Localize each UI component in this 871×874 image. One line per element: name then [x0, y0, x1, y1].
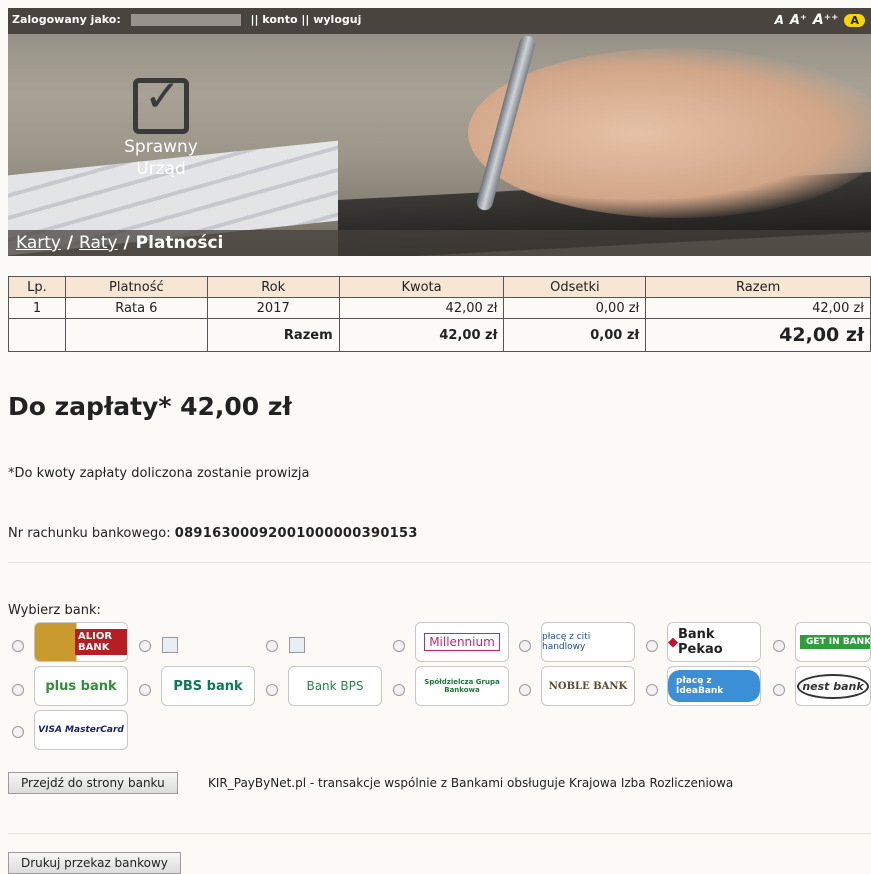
- print-transfer-button[interactable]: Drukuj przekaz bankowy: [8, 852, 181, 874]
- bank-account: Nr rachunku bankowego: 08916300092001000…: [8, 526, 418, 541]
- bank-name-noble: NOBLE BANK: [548, 680, 628, 692]
- go-to-bank-button[interactable]: Przejdź do strony banku: [8, 772, 178, 794]
- col-header-odsetki: Odsetki: [503, 276, 647, 298]
- bank-radio-pekao[interactable]: [646, 640, 658, 652]
- bank-radio-idea[interactable]: [646, 684, 658, 696]
- summary-odsetki: 0,00 zł: [503, 318, 647, 352]
- bank-radio-noble[interactable]: [519, 684, 531, 696]
- breadcrumb-raty[interactable]: Raty: [79, 233, 118, 253]
- bank-name-bps: Bank BPS: [306, 679, 364, 693]
- bank-logo-citi[interactable]: płacę z citi handlowy: [541, 622, 635, 662]
- account-links[interactable]: || konto || wyloguj: [250, 13, 361, 26]
- top-bar: Zalogowany jako: || konto || wyloguj A A…: [8, 8, 871, 34]
- kir-info-text: KIR_PayByNet.pl - transakcje wspólnie z …: [208, 776, 734, 790]
- cell-odsetki: 0,00 zł: [503, 297, 647, 319]
- col-header-kwota: Kwota: [338, 276, 505, 298]
- logo-text-line1: Sprawny: [124, 137, 198, 157]
- table-row: 1 Rata 6 2017 42,00 zł 0,00 zł 42,00 zł: [8, 297, 871, 319]
- bank-name-sgb: Spółdzielcza Grupa Bankowa: [424, 678, 500, 694]
- bank-radio-pbs[interactable]: [139, 684, 151, 696]
- bank-logo-bps[interactable]: Bank BPS: [288, 666, 382, 706]
- col-header-rok: Rok: [206, 276, 340, 298]
- breadcrumb: Karty / Raty / Platności: [8, 230, 871, 256]
- summary-kwota: 42,00 zł: [338, 318, 505, 352]
- bank-name-nest: nest bank: [797, 673, 869, 699]
- bank-account-number: 08916300092001000000390153: [174, 526, 418, 541]
- bank-radio-nest[interactable]: [773, 684, 785, 696]
- bank-name-pbs: PBS bank: [173, 678, 243, 694]
- bank-radio-getin[interactable]: [773, 640, 785, 652]
- divider: [8, 562, 871, 563]
- broken-image-icon[interactable]: [162, 637, 178, 653]
- breadcrumb-current: Platności: [135, 233, 224, 253]
- font-size-controls: A A⁺ A⁺⁺ A: [775, 12, 865, 28]
- bank-radio-alior[interactable]: [12, 640, 24, 652]
- bank-logo-sgb[interactable]: Spółdzielcza Grupa Bankowa: [415, 666, 509, 706]
- cell-razem: 42,00 zł: [645, 297, 871, 319]
- broken-image-icon[interactable]: [289, 637, 305, 653]
- logged-as-label: Zalogowany jako:: [12, 13, 121, 26]
- bank-name-card: VISA MasterCard: [38, 725, 124, 735]
- bank-logo-visa-mastercard[interactable]: VISA MasterCard: [34, 710, 128, 750]
- cell-rok: 2017: [206, 297, 340, 319]
- page-header: Zalogowany jako: || konto || wyloguj A A…: [8, 8, 871, 256]
- font-size-small-button[interactable]: A: [775, 13, 784, 27]
- bank-radio-card[interactable]: [12, 726, 24, 738]
- bank-logo-alior[interactable]: ALIOR BANK: [34, 622, 128, 662]
- checkbox-logo-icon: ✓: [133, 75, 189, 134]
- bank-radio-millennium[interactable]: [393, 640, 405, 652]
- col-header-razem: Razem: [645, 276, 871, 298]
- bank-radio-plusbank[interactable]: [12, 684, 24, 696]
- bank-logo-nest[interactable]: nest bank: [795, 666, 871, 706]
- summary-razem: 42,00 zł: [645, 318, 871, 352]
- summary-label: Razem: [206, 318, 340, 352]
- cell-platnosc: Rata 6: [64, 297, 208, 319]
- col-header-platnosc: Platność: [64, 276, 208, 298]
- bank-radio-bps[interactable]: [266, 684, 278, 696]
- font-size-medium-button[interactable]: A⁺: [790, 13, 807, 28]
- bank-logo-idea[interactable]: płacę z IdeaBank: [667, 666, 761, 706]
- cell-empty: [8, 318, 66, 352]
- amount-due-heading: Do zapłaty* 42,00 zł: [8, 392, 292, 421]
- header-image-hand: [468, 48, 871, 218]
- bank-name-citi: płacę z citi handlowy: [542, 632, 591, 652]
- bank-name-millennium: Millennium: [424, 633, 500, 651]
- username-hidden: [130, 14, 241, 26]
- cell-empty: [64, 318, 208, 352]
- table-header-row: Lp. Platność Rok Kwota Odsetki Razem: [8, 276, 871, 298]
- bank-radio-citi[interactable]: [519, 640, 531, 652]
- contrast-button[interactable]: A: [844, 13, 865, 27]
- breadcrumb-separator: /: [117, 233, 136, 253]
- bank-logo-noble[interactable]: NOBLE BANK: [541, 666, 635, 706]
- bank-radio-2[interactable]: [139, 640, 151, 652]
- font-size-large-button[interactable]: A⁺⁺: [813, 12, 839, 28]
- divider: [8, 833, 871, 834]
- bank-name-plusbank: plus bank: [45, 678, 117, 694]
- bank-radio-3[interactable]: [266, 640, 278, 652]
- bank-radio-sgb[interactable]: [393, 684, 405, 696]
- choose-bank-label: Wybierz bank:: [8, 603, 101, 618]
- bank-name-idea: płacę z IdeaBank: [668, 670, 760, 702]
- bank-logo-pekao[interactable]: ◆ Bank Pekao: [667, 622, 761, 662]
- bank-account-label: Nr rachunku bankowego:: [8, 526, 171, 541]
- bank-logo-pbs[interactable]: PBS bank: [161, 666, 255, 706]
- logo-text-line2: Urząd: [136, 159, 186, 179]
- bank-logo-getin[interactable]: GET IN BANK: [795, 622, 871, 662]
- table-summary-row: Razem 42,00 zł 0,00 zł 42,00 zł: [8, 318, 871, 352]
- bank-logo-millennium[interactable]: Millennium: [415, 622, 509, 662]
- cell-lp: 1: [8, 297, 66, 319]
- bank-logo-plusbank[interactable]: plus bank: [34, 666, 128, 706]
- bank-name-pekao: Bank Pekao: [678, 627, 723, 657]
- payments-table: Lp. Platność Rok Kwota Odsetki Razem 1 R…: [8, 276, 871, 352]
- cell-kwota: 42,00 zł: [338, 297, 505, 319]
- breadcrumb-separator: /: [60, 233, 80, 253]
- breadcrumb-karty[interactable]: Karty: [16, 233, 61, 253]
- bank-name-alior: ALIOR BANK: [75, 629, 127, 655]
- bank-name-getin: GET IN BANK: [800, 635, 870, 649]
- col-header-lp: Lp.: [8, 276, 66, 298]
- commission-note: *Do kwoty zapłaty doliczona zostanie pro…: [8, 466, 310, 481]
- site-logo: ✓ Sprawny Urząd: [106, 75, 216, 179]
